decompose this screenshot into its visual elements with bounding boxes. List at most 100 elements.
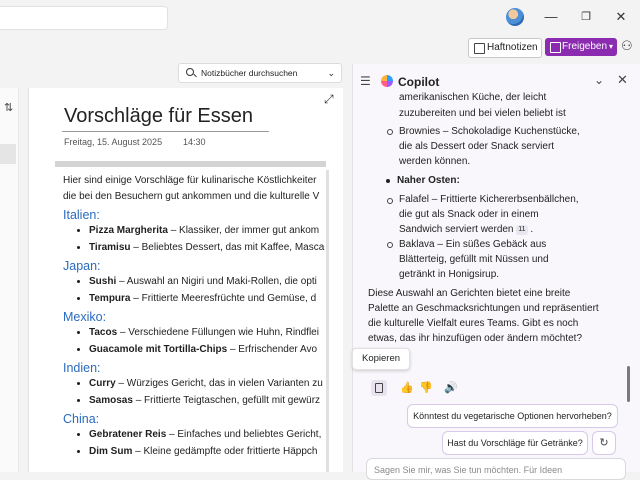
- section-heading: Mexiko:: [63, 310, 107, 324]
- chat-input[interactable]: Sagen Sie mir, was Sie tun möchten. Für …: [366, 458, 626, 480]
- share-button[interactable]: Freigeben ▾: [545, 38, 617, 56]
- dish-name: Sushi: [89, 276, 117, 287]
- sub-bullet: [387, 242, 393, 248]
- chevron-down-icon[interactable]: ⌄: [327, 64, 335, 82]
- response-line: werden können.: [399, 156, 471, 167]
- section-heading: China:: [63, 412, 100, 426]
- expand-icon[interactable]: ⤢: [324, 92, 334, 107]
- response-line: Blätterteig, gefüllt mit Nüssen und: [399, 254, 549, 265]
- dish-name: Guacamole mit Tortilla-Chips: [89, 343, 228, 355]
- page-date: Freitag, 15. August 2025: [64, 137, 163, 147]
- section-heading: Italien:: [63, 208, 100, 222]
- list-item: Tacos – Verschiedene Füllungen wie Huhn,…: [89, 325, 326, 342]
- dish-list: Gebratener Reis – Einfaches und beliebte…: [55, 427, 326, 460]
- bullet: [386, 179, 390, 183]
- response-text: Sandwich serviert werden: [399, 224, 514, 235]
- refresh-suggestions-icon[interactable]: ↻: [592, 431, 616, 455]
- copilot-response: amerikanischen Küche, der leicht zuzuber…: [366, 88, 628, 348]
- list-item: Sushi – Auswahl an Nigiri und Maki-Rolle…: [89, 274, 326, 291]
- dish-description: – Einfaches und beliebtes Gericht,: [166, 429, 322, 440]
- menu-icon[interactable]: ☰: [360, 74, 371, 88]
- response-line: Palette an Geschmacksrichtungen und repr…: [368, 303, 599, 314]
- share-label: Freigeben: [562, 41, 608, 52]
- response-line: etwas, das ihr hinzufügen oder ändern mö…: [368, 333, 583, 344]
- dish-name: Tempura: [89, 292, 131, 304]
- copy-icon: [375, 383, 383, 393]
- read-aloud-icon[interactable]: 🔊: [444, 381, 458, 394]
- sticky-notes-label: Haftnotizen: [487, 42, 538, 53]
- note-content[interactable]: Hier sind einige Vorschläge für kulinari…: [55, 173, 326, 472]
- dish-name: Tiramisu: [89, 241, 131, 253]
- list-item: Guacamole mit Tortilla-Chips – Erfrische…: [89, 342, 326, 359]
- dish-list: Curry – Würziges Gericht, das in vielen …: [55, 376, 326, 409]
- dish-name: Dim Sum: [89, 445, 133, 457]
- selected-page-item[interactable]: [0, 144, 16, 164]
- copy-button[interactable]: [371, 380, 387, 396]
- canvas-scrollbar[interactable]: [326, 170, 329, 472]
- restore-button[interactable]: ❐: [576, 8, 596, 26]
- list-item: Dim Sum – Kleine gedämpfte oder frittier…: [89, 444, 326, 461]
- sort-icon[interactable]: ⇅: [4, 101, 13, 114]
- dish-name: Samosas: [89, 394, 133, 406]
- page-time: 14:30: [183, 137, 206, 147]
- list-item: Samosas – Frittierte Teigtaschen, gefüll…: [89, 393, 326, 410]
- list-item: Tiramisu – Beliebtes Dessert, das mit Ka…: [89, 240, 326, 257]
- section-heading: Japan:: [63, 259, 101, 273]
- dish-description: – Beliebtes Dessert, das mit Kaffee, Mas…: [130, 241, 325, 253]
- thumbs-down-icon[interactable]: 👎: [419, 381, 433, 394]
- dish-description: – Verschiedene Füllungen wie Huhn, Rindf…: [117, 327, 319, 338]
- minimize-button[interactable]: —: [541, 8, 561, 26]
- copilot-logo-icon: [381, 75, 393, 87]
- dish-name: Tacos: [89, 327, 118, 338]
- response-line: Brownies – Schokoladige Kuchenstücke,: [399, 126, 580, 137]
- section-heading: Indien:: [63, 361, 101, 375]
- dish-name: Pizza Margherita: [89, 225, 168, 236]
- app-search-box[interactable]: [0, 6, 168, 30]
- close-icon[interactable]: ✕: [617, 72, 628, 88]
- sticky-note-icon: [474, 43, 485, 54]
- search-icon: [186, 68, 194, 76]
- dish-description: – Klassiker, der immer gut ankom: [167, 225, 320, 236]
- content-divider: [55, 161, 326, 167]
- dish-description: – Frittierte Teigtaschen, gefüllt mit ge…: [132, 394, 321, 406]
- list-item: Curry – Würziges Gericht, das in vielen …: [89, 376, 326, 393]
- notebook-search-placeholder: Notizbücher durchsuchen: [201, 68, 298, 78]
- page-title[interactable]: Vorschläge für Essen: [64, 105, 253, 128]
- copilot-scrollbar[interactable]: [627, 366, 630, 402]
- response-line: Diese Auswahl an Gerichten bietet eine b…: [368, 288, 571, 299]
- citation-badge[interactable]: 11: [516, 225, 528, 235]
- response-line: amerikanischen Küche, der leicht: [399, 92, 547, 103]
- title-underline: [62, 131, 269, 132]
- copilot-title: Copilot: [398, 75, 440, 89]
- intro-line: Hier sind einige Vorschläge für kulinari…: [63, 175, 317, 186]
- thumbs-up-icon[interactable]: 👍: [400, 381, 414, 394]
- dish-description: – Auswahl an Nigiri und Maki-Rollen, die…: [116, 276, 317, 287]
- people-icon[interactable]: ⚇: [621, 38, 637, 56]
- response-line: die gut als Snack oder in einem: [399, 209, 539, 220]
- sub-bullet: [387, 198, 393, 204]
- response-line: die als Dessert oder Snack serviert: [399, 141, 555, 152]
- share-icon: [550, 42, 561, 53]
- dish-description: – Frittierte Meeresfrüchte und Gemüse, d: [130, 292, 317, 304]
- intro-line: die bei den Besuchern gut ankommen und d…: [63, 191, 320, 202]
- sticky-notes-button[interactable]: Haftnotizen: [468, 38, 542, 58]
- suggestion-chip[interactable]: Hast du Vorschläge für Getränke?: [442, 431, 588, 455]
- dish-description: – Würziges Gericht, das in vielen Varian…: [115, 378, 323, 389]
- chevron-down-icon[interactable]: ⌄: [594, 73, 604, 87]
- avatar[interactable]: [506, 8, 524, 26]
- chevron-down-icon: ▾: [608, 42, 613, 51]
- close-window-button[interactable]: ✕: [611, 8, 631, 26]
- list-item: Tempura – Frittierte Meeresfrüchte und G…: [89, 291, 326, 308]
- sub-bullet: [387, 129, 393, 135]
- suggestion-chip[interactable]: Könntest du vegetarische Optionen hervor…: [407, 404, 618, 428]
- response-line: Falafel – Frittierte Kichererbsenbällche…: [399, 194, 579, 205]
- response-line: Sandwich serviert werden 11 .: [399, 224, 534, 235]
- dish-name: Gebratener Reis: [89, 429, 167, 440]
- response-heading: Naher Osten:: [397, 175, 460, 186]
- dish-description: – Kleine gedämpfte oder frittierte Häppc…: [132, 445, 318, 457]
- response-line: getränkt in Honigsirup.: [399, 269, 500, 280]
- response-line: die kulturelle Vielfalt eures Teams. Gib…: [368, 318, 579, 329]
- notebook-search[interactable]: Notizbücher durchsuchen ⌄: [178, 63, 342, 83]
- dish-description: – Erfrischender Avo: [227, 343, 318, 355]
- list-item: Pizza Margherita – Klassiker, der immer …: [89, 223, 326, 240]
